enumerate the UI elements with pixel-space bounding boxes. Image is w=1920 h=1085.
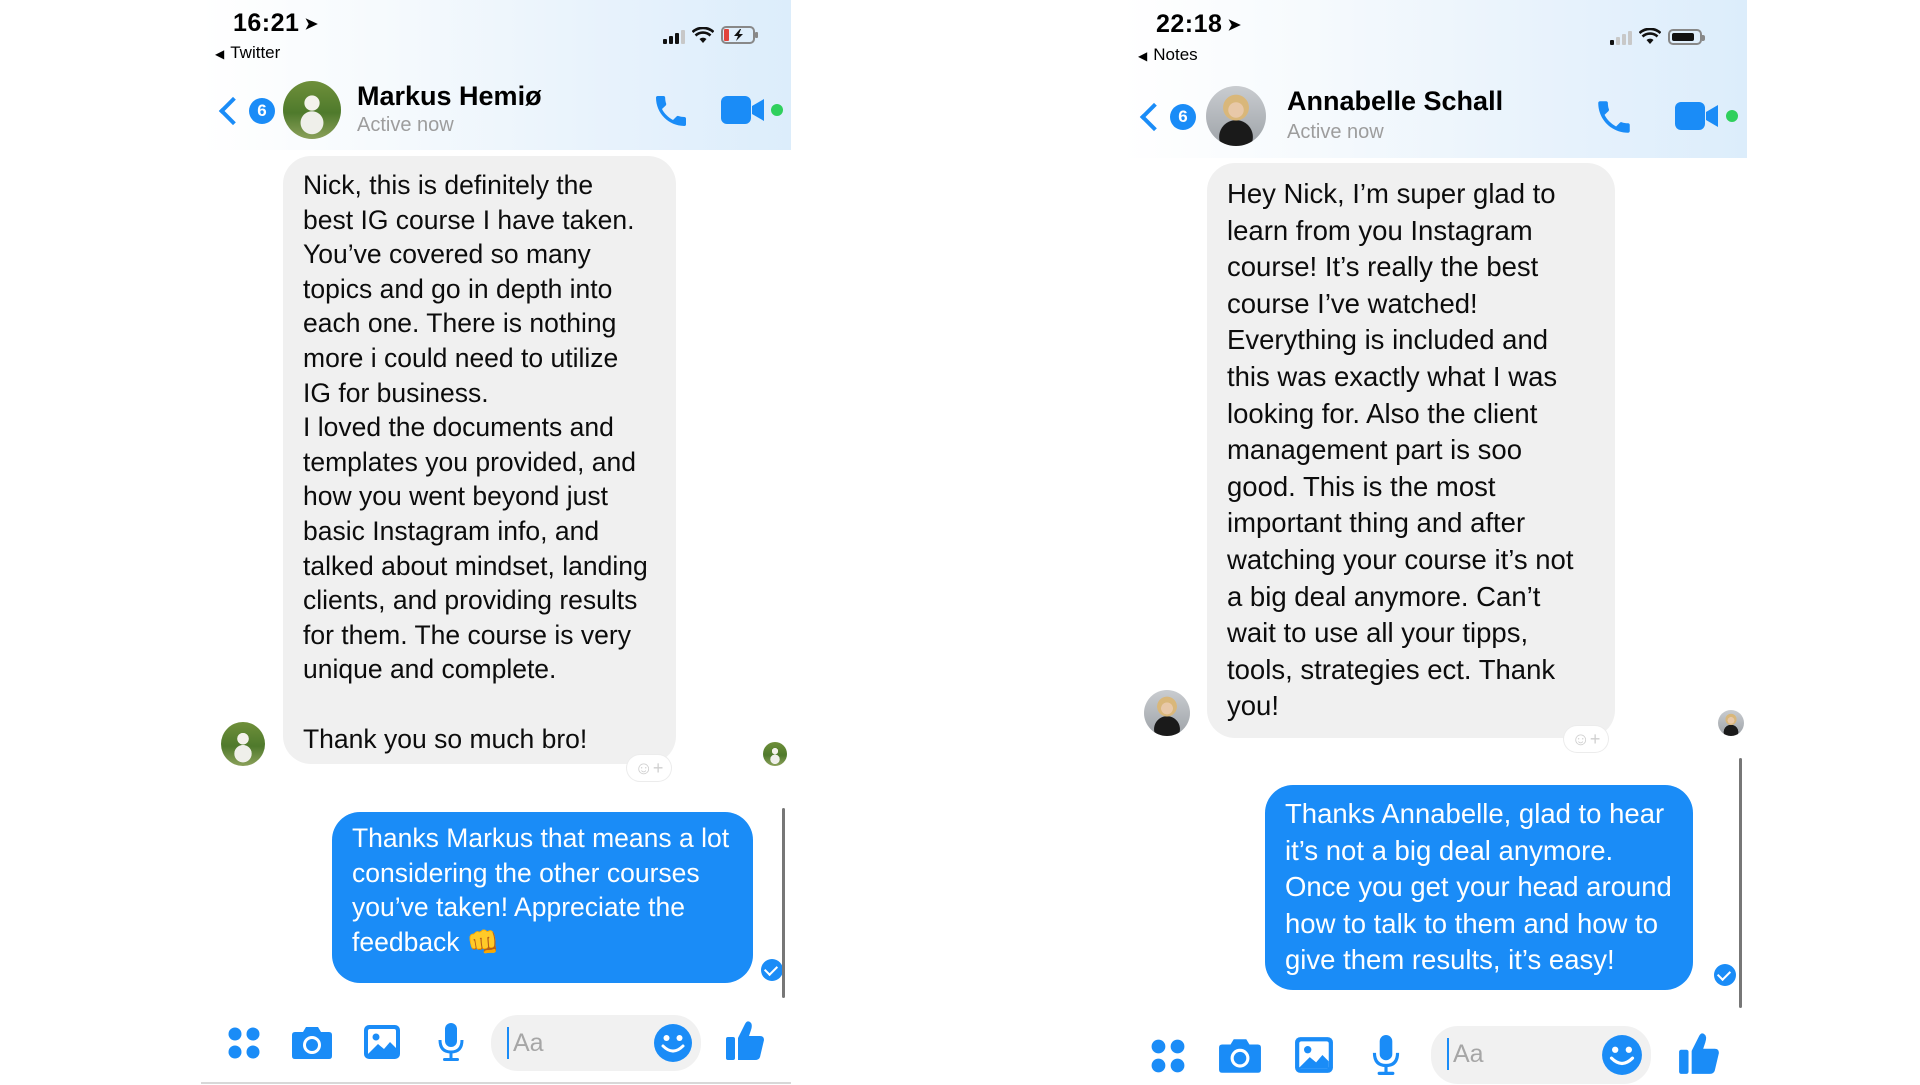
video-call-icon[interactable] [1675, 100, 1719, 132]
back-app-label: Twitter [230, 43, 281, 62]
sent-message-text: Thanks Annabelle, glad to hear it’s not … [1285, 798, 1672, 976]
back-button[interactable]: 6 [1138, 102, 1196, 132]
message-input[interactable]: Aa [491, 1015, 701, 1071]
conversation-screen-annabelle: 22:18 ➤ ◀ Notes 6 Annabelle Schall Active … [1122, 0, 1747, 1085]
bottom-divider [201, 1082, 791, 1084]
add-reaction-button[interactable]: ☺+ [627, 755, 671, 781]
contact-active-status: Active now [1287, 121, 1384, 143]
sent-message-bubble[interactable]: Thanks Annabelle, glad to hear it’s not … [1265, 785, 1693, 990]
cellular-signal-icon [1610, 31, 1632, 45]
chevron-left-icon [1139, 102, 1169, 132]
phone-call-icon[interactable] [1593, 96, 1635, 138]
seen-by-avatar [1718, 710, 1744, 736]
received-message-text: Hey Nick, I’m super glad to learn from y… [1227, 178, 1574, 722]
text-caret [1447, 1038, 1449, 1070]
location-arrow-icon: ➤ [1227, 17, 1242, 34]
battery-icon [1668, 29, 1705, 45]
status-time: 22:18 ➤ [1156, 10, 1242, 38]
microphone-icon[interactable] [437, 1022, 465, 1062]
wifi-icon [1639, 28, 1661, 44]
status-indicators [663, 26, 759, 44]
scrollbar[interactable] [782, 808, 785, 998]
microphone-icon[interactable] [1371, 1034, 1401, 1076]
back-to-app-link[interactable]: ◀ Notes [1138, 45, 1198, 65]
battery-charging-icon [721, 26, 758, 44]
wifi-icon [692, 27, 714, 43]
received-message-bubble[interactable]: Nick, this is definitely the best IG cou… [283, 156, 676, 764]
chevron-left-icon [218, 96, 248, 126]
back-app-label: Notes [1153, 45, 1198, 64]
conversation-screen-markus: 16:21 ➤ ◀ Twitter 6 Markus Hemiø Active no… [201, 0, 791, 1085]
back-triangle-icon: ◀ [1138, 49, 1148, 63]
sender-avatar[interactable] [221, 722, 265, 766]
contact-active-status: Active now [357, 114, 454, 136]
contact-name[interactable]: Annabelle Schall [1287, 86, 1503, 117]
sent-message-text: Thanks Markus that means a lot consideri… [352, 823, 730, 957]
cellular-signal-icon [663, 30, 685, 44]
emoji-icon[interactable] [653, 1023, 693, 1063]
received-message-bubble[interactable]: Hey Nick, I’m super glad to learn from y… [1207, 163, 1615, 738]
seen-by-avatar [763, 742, 787, 766]
active-indicator-dot [771, 104, 783, 116]
thumbs-up-icon[interactable] [1678, 1032, 1720, 1076]
scrollbar[interactable] [1739, 758, 1742, 1008]
active-indicator-dot [1726, 110, 1738, 122]
message-input-placeholder: Aa [1453, 1040, 1484, 1068]
video-call-icon[interactable] [721, 94, 765, 126]
message-input-placeholder: Aa [513, 1029, 544, 1057]
unread-count-badge: 6 [249, 98, 275, 124]
back-to-app-link[interactable]: ◀ Twitter [215, 43, 280, 63]
back-triangle-icon: ◀ [215, 47, 225, 61]
contact-avatar[interactable] [283, 81, 341, 139]
unread-count-badge: 6 [1170, 104, 1196, 130]
received-message-text: Nick, this is definitely the best IG cou… [303, 170, 648, 754]
contact-name[interactable]: Markus Hemiø [357, 81, 542, 112]
photo-gallery-icon[interactable] [363, 1024, 401, 1060]
emoji-icon[interactable] [1601, 1034, 1643, 1076]
sent-message-bubble[interactable]: Thanks Markus that means a lot consideri… [332, 812, 753, 983]
sender-avatar[interactable] [1144, 690, 1190, 736]
text-caret [507, 1027, 509, 1059]
read-receipt-icon [761, 959, 783, 981]
message-input[interactable]: Aa [1431, 1026, 1651, 1084]
phone-call-icon[interactable] [651, 91, 691, 131]
add-reaction-button[interactable]: ☺+ [1564, 726, 1608, 752]
contact-avatar[interactable] [1206, 86, 1266, 146]
back-button[interactable]: 6 [217, 96, 275, 126]
photo-gallery-icon[interactable] [1294, 1036, 1334, 1074]
thumbs-up-icon[interactable] [725, 1020, 765, 1062]
location-arrow-icon: ➤ [304, 16, 319, 33]
more-apps-icon[interactable] [227, 1026, 261, 1060]
status-time: 16:21 ➤ [233, 9, 319, 37]
status-indicators [1610, 28, 1705, 45]
camera-icon[interactable] [1218, 1036, 1262, 1074]
read-receipt-icon [1714, 964, 1736, 986]
camera-icon[interactable] [291, 1024, 333, 1060]
more-apps-icon[interactable] [1150, 1038, 1186, 1074]
